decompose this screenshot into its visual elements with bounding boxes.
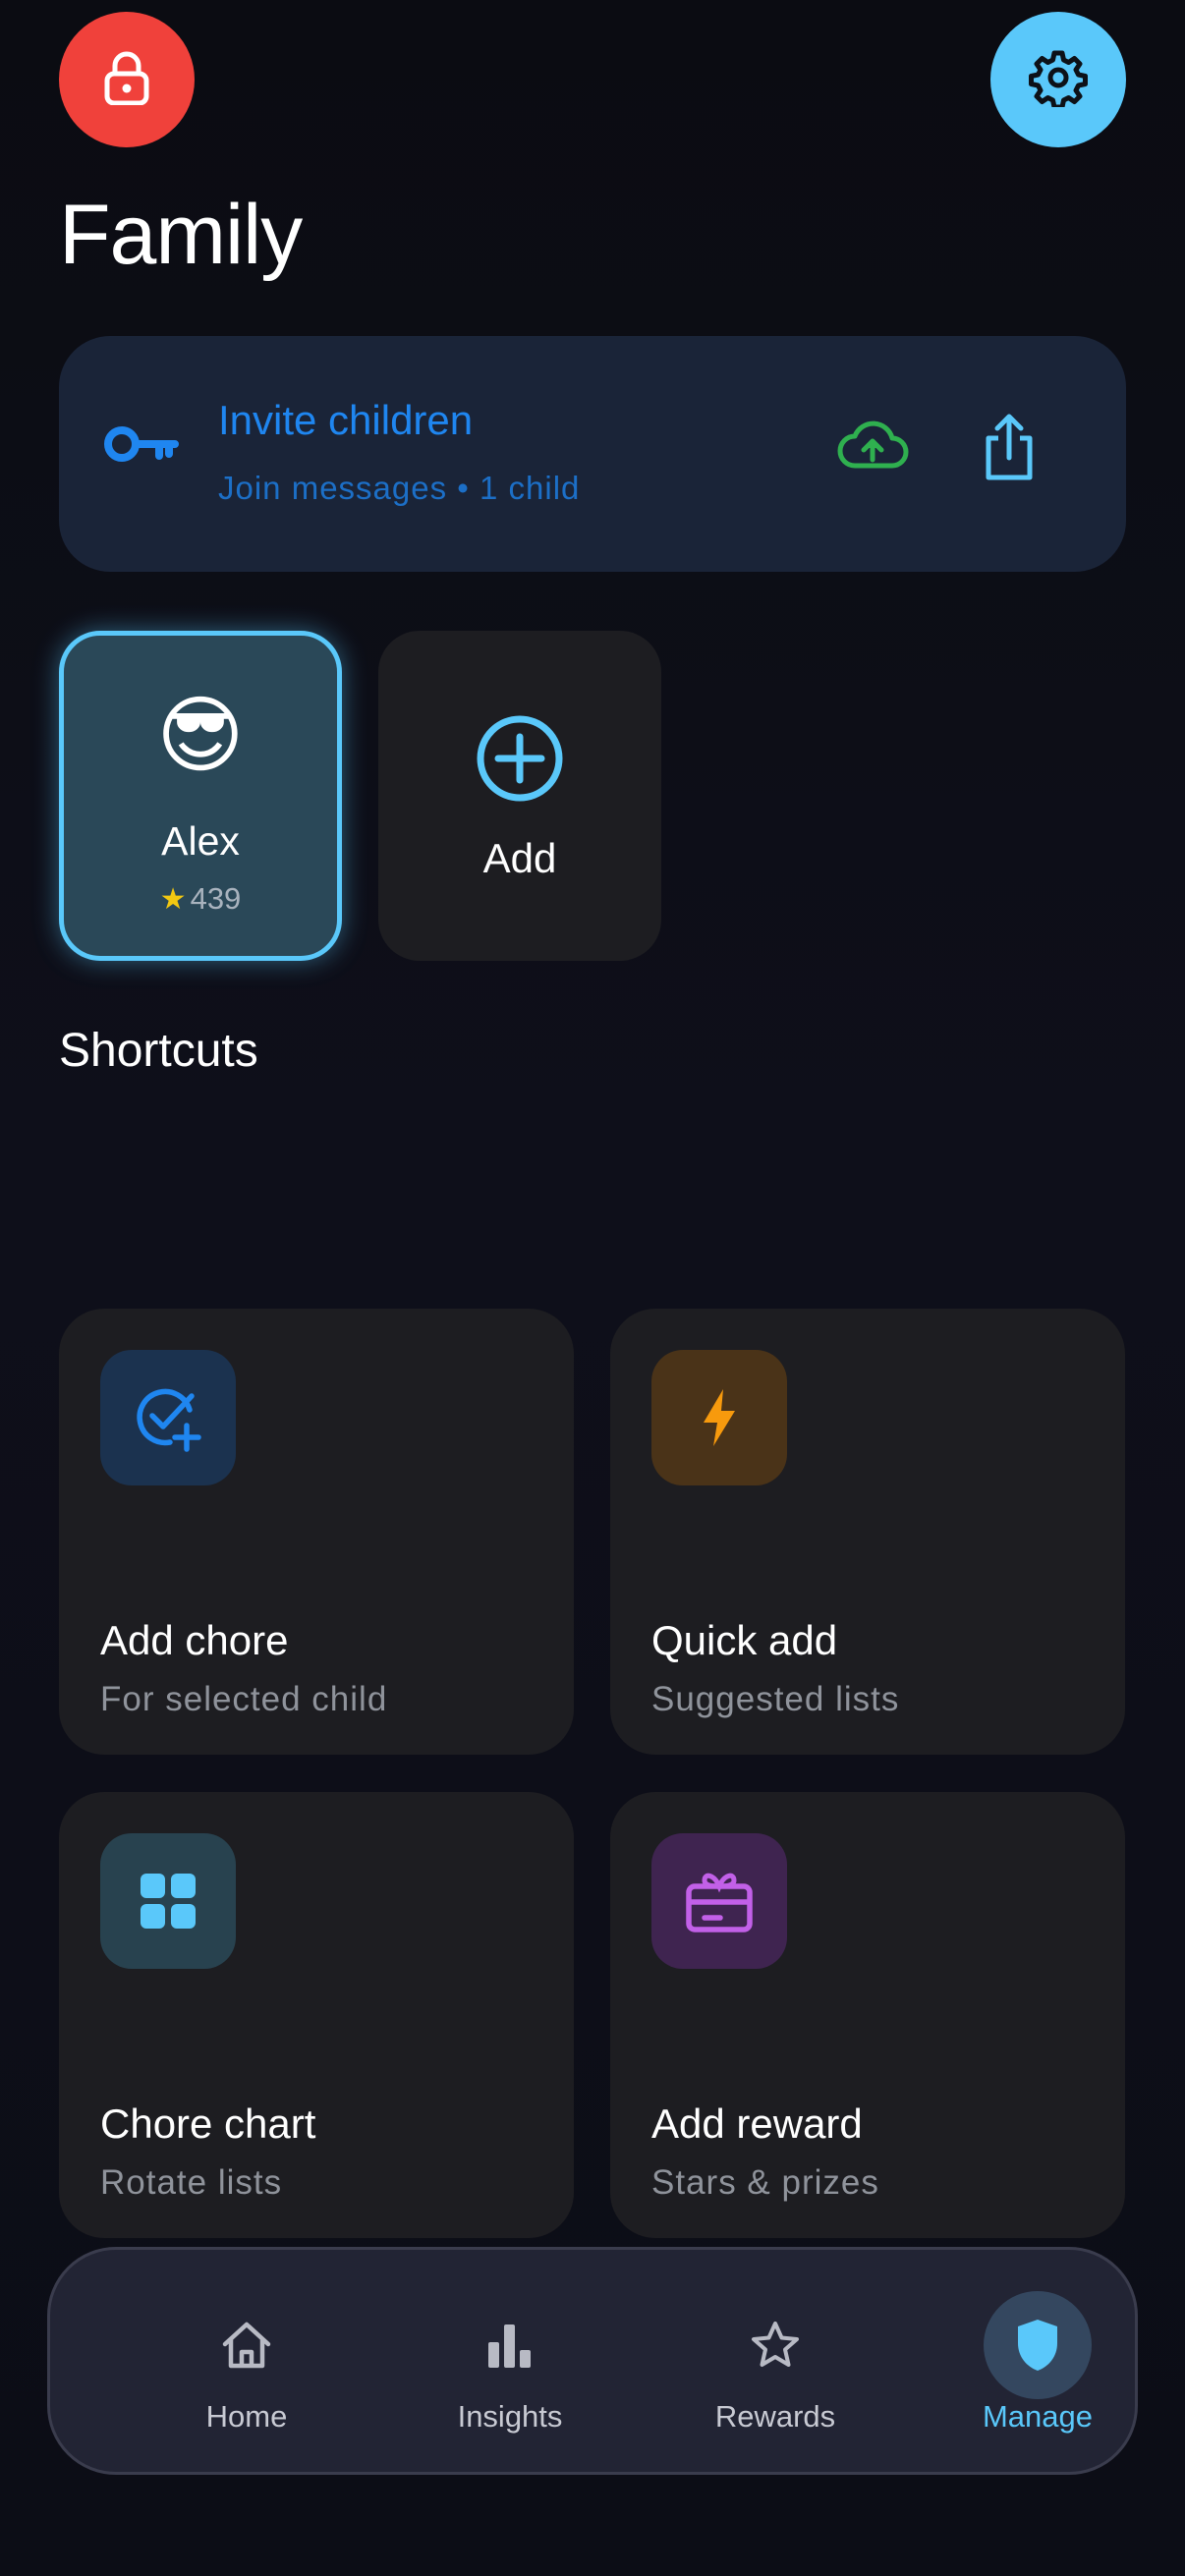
- star-icon: ★: [159, 883, 187, 916]
- child-star-count: ★ 439: [64, 881, 337, 917]
- tab-label: Manage: [982, 2399, 1094, 2434]
- shortcuts-heading: Shortcuts: [59, 1025, 258, 1077]
- invite-subtitle: Join messages • 1 child: [218, 470, 581, 506]
- add-chore-shortcut[interactable]: Add chore For selected child: [59, 1309, 574, 1755]
- plus-circle-icon: [475, 713, 565, 809]
- settings-button[interactable]: [990, 12, 1126, 147]
- tab-rewards[interactable]: Rewards: [667, 2250, 883, 2472]
- tile-subtitle: For selected child: [100, 1680, 388, 1718]
- tile-title: Quick add: [651, 1617, 838, 1663]
- tile-title: Add chore: [100, 1617, 289, 1663]
- add-child-button[interactable]: Add: [378, 631, 661, 961]
- bar-chart-icon: [456, 2291, 564, 2399]
- add-reward-shortcut[interactable]: Add reward Stars & prizes: [610, 1792, 1125, 2238]
- star-icon: [721, 2291, 829, 2399]
- lock-button[interactable]: [59, 12, 195, 147]
- tab-insights[interactable]: Insights: [402, 2250, 618, 2472]
- bottom-tab-bar: Home Insights Rewards Manage: [47, 2247, 1138, 2475]
- tile-title: Add reward: [651, 2100, 863, 2147]
- child-stars-value: 439: [190, 881, 242, 916]
- share-icon[interactable]: [983, 413, 1036, 486]
- child-name: Alex: [161, 818, 240, 864]
- gift-card-icon: [651, 1833, 787, 1969]
- tab-home[interactable]: Home: [139, 2250, 355, 2472]
- chore-chart-shortcut[interactable]: Chore chart Rotate lists: [59, 1792, 574, 2238]
- add-child-label: Add: [482, 835, 557, 881]
- grid-icon: [100, 1833, 236, 1969]
- child-avatar-emoji: 😎: [156, 689, 245, 783]
- tab-manage[interactable]: Manage: [930, 2250, 1146, 2472]
- check-plus-icon: [100, 1350, 236, 1485]
- lock-icon: [103, 50, 150, 110]
- invite-children-card[interactable]: Invite children Join messages • 1 child: [59, 336, 1126, 572]
- tile-title: Chore chart: [100, 2100, 316, 2147]
- key-icon: [102, 422, 179, 471]
- tab-label: Rewards: [714, 2399, 836, 2434]
- child-card-alex[interactable]: 😎 Alex ★ 439: [59, 631, 342, 961]
- page-title: Family: [59, 188, 303, 282]
- tab-label: Home: [205, 2399, 288, 2434]
- tab-label: Insights: [457, 2399, 563, 2434]
- tile-subtitle: Stars & prizes: [651, 2163, 879, 2202]
- invite-title: Invite children: [218, 397, 474, 443]
- shield-icon: [984, 2291, 1092, 2399]
- quick-add-shortcut[interactable]: Quick add Suggested lists: [610, 1309, 1125, 1755]
- gear-icon: [1029, 48, 1088, 112]
- cloud-upload-icon[interactable]: [835, 420, 910, 478]
- home-icon: [193, 2291, 301, 2399]
- tile-subtitle: Suggested lists: [651, 1680, 900, 1718]
- tile-subtitle: Rotate lists: [100, 2163, 283, 2202]
- bolt-icon: [651, 1350, 787, 1485]
